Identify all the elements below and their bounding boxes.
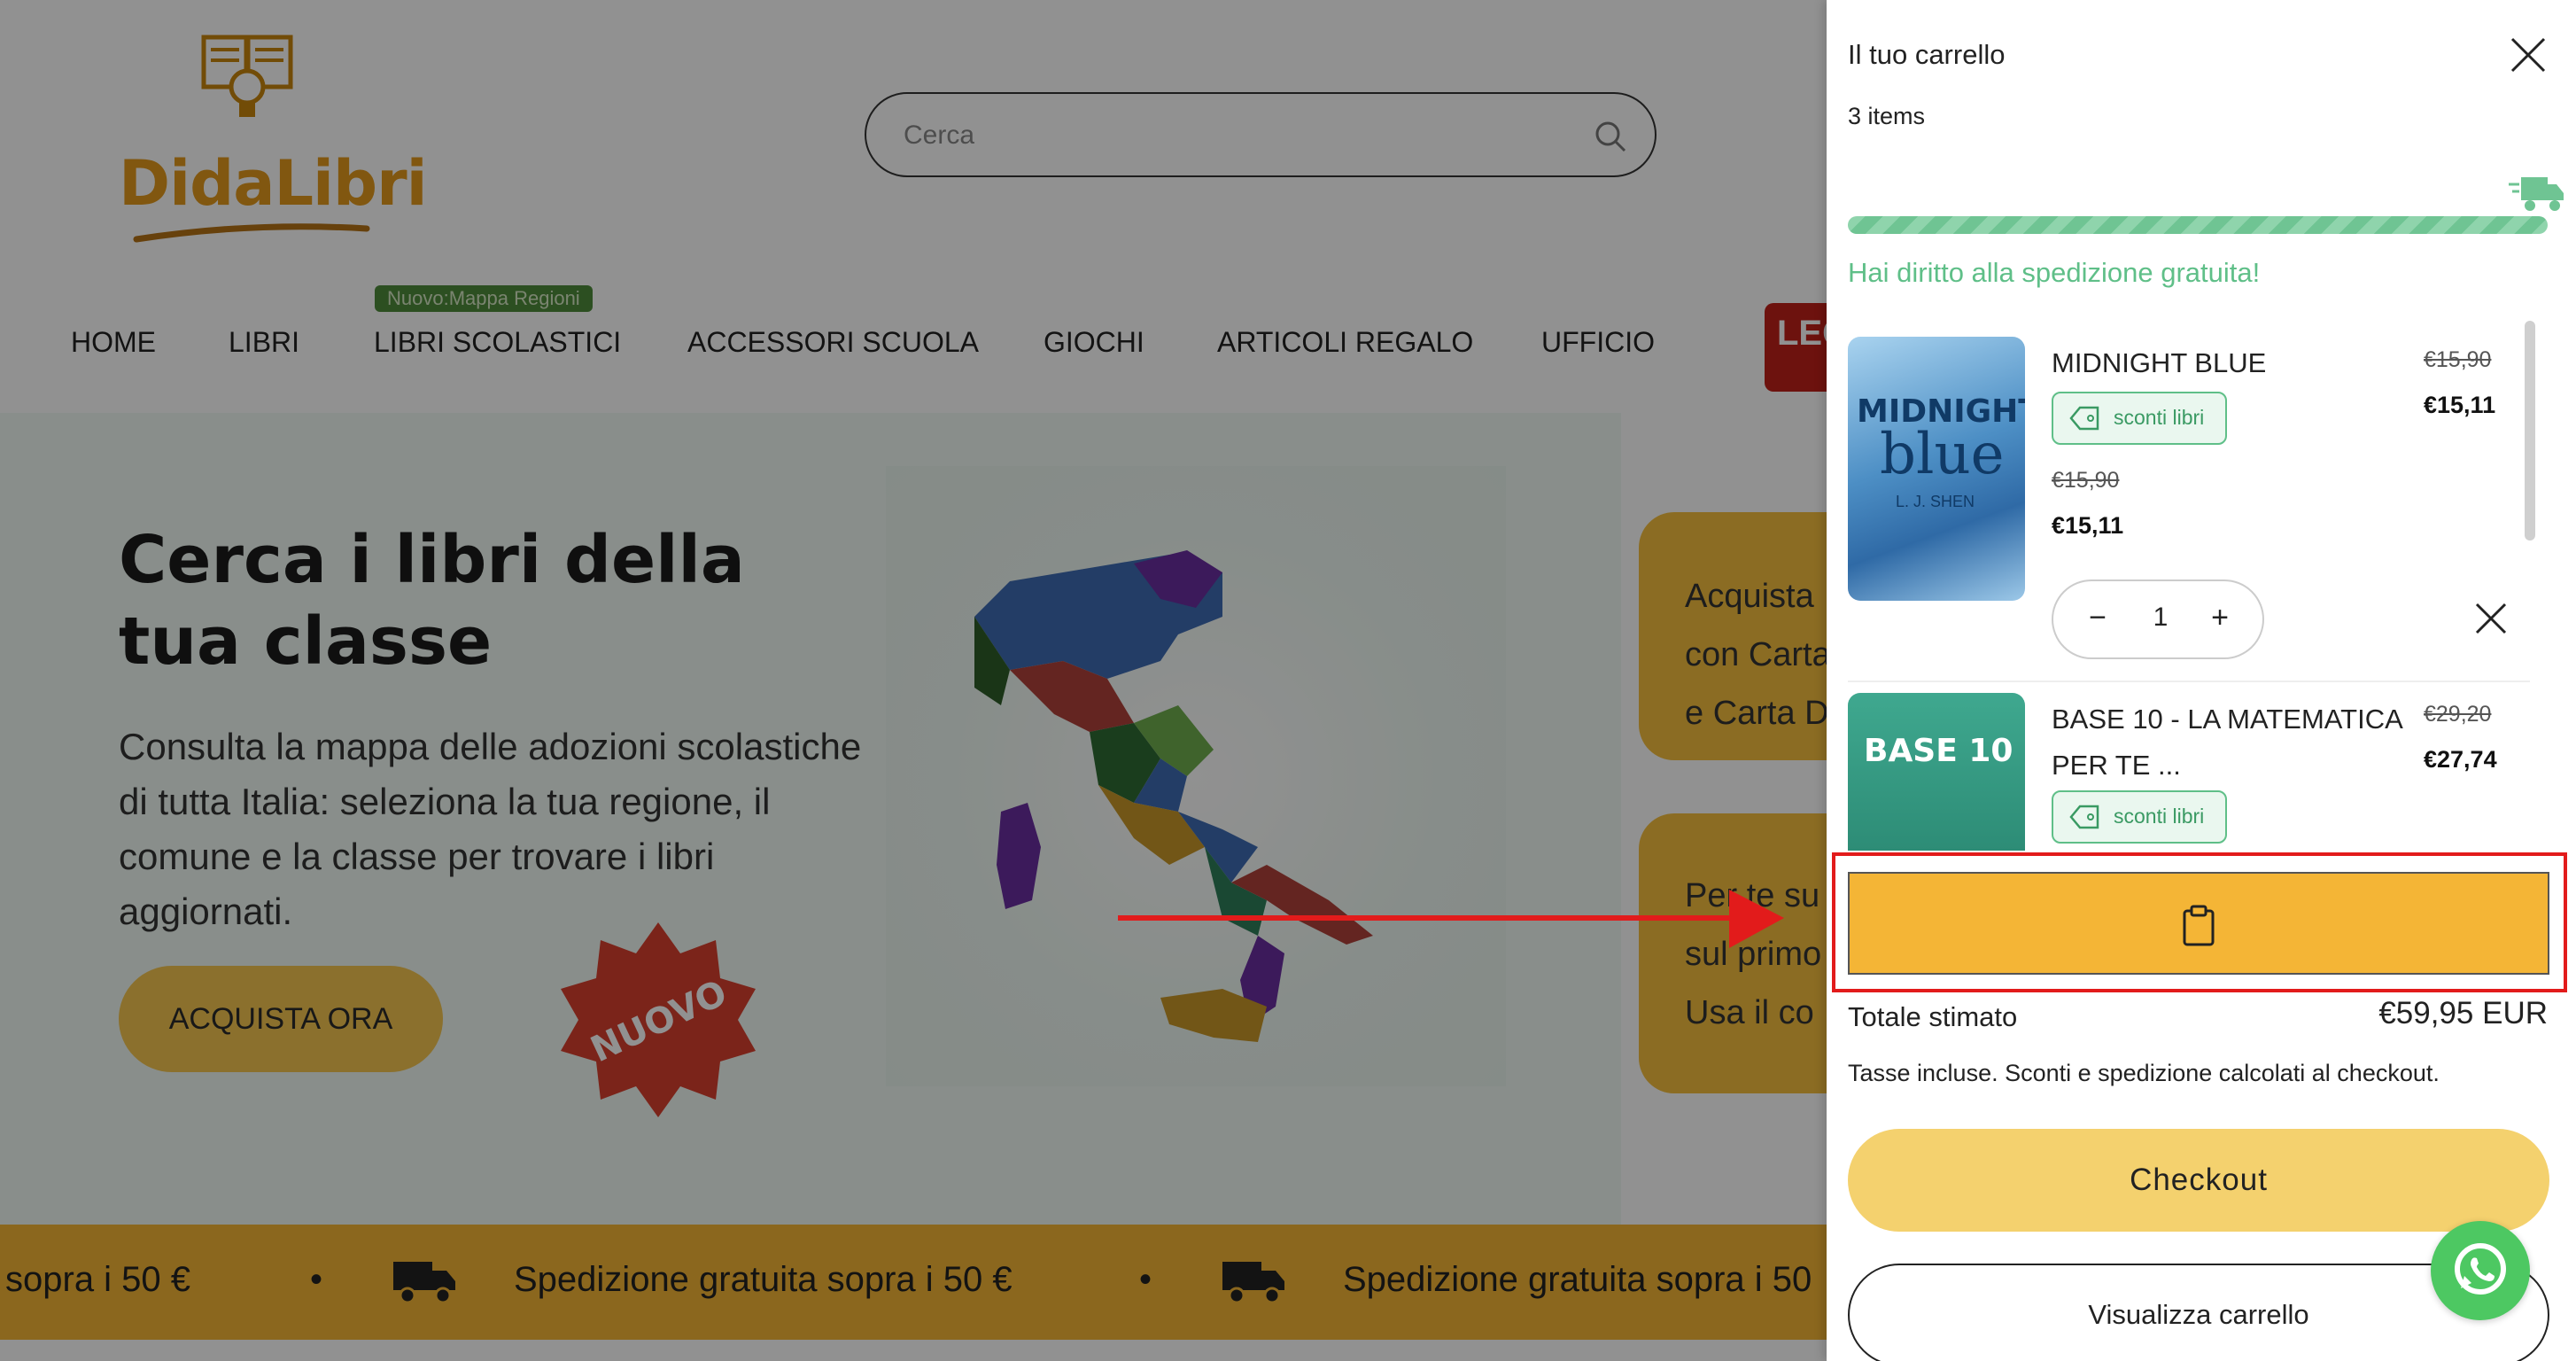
- close-icon[interactable]: [2509, 35, 2548, 74]
- cart-item: MIDNIGHT blue L. J. SHEN MIDNIGHT BLUE s…: [1848, 319, 2530, 682]
- whatsapp-chat-button[interactable]: [2431, 1221, 2530, 1320]
- unit-new-price: €15,11: [2052, 512, 2124, 539]
- whatsapp-icon: [2455, 1243, 2506, 1295]
- cart-item-count: 3 items: [1848, 103, 1926, 129]
- cart-title: Il tuo carrello: [1848, 39, 2006, 70]
- item-name[interactable]: MIDNIGHT BLUE: [2052, 340, 2406, 386]
- annotation-arrow-icon: [1118, 890, 1784, 948]
- item-divider: [1848, 680, 2530, 682]
- cart-drawer: Il tuo carrello 3 items Hai diritto alla…: [1827, 0, 2576, 1361]
- cover-title: blue: [1880, 422, 2005, 487]
- unit-old-price: €15,90: [2052, 468, 2120, 493]
- book-cover-image[interactable]: BASE 10: [1848, 693, 2025, 851]
- free-shipping-progress-bar: [1848, 216, 2548, 234]
- free-shipping-truck-icon: [2509, 177, 2564, 211]
- tag-icon: [2069, 805, 2099, 829]
- cart-item: BASE 10 BASE 10 - LA MATEMATICA PER TE .…: [1848, 684, 2521, 851]
- line-new-price: €27,74: [2424, 746, 2497, 773]
- discount-badge-label: sconti libri: [2114, 805, 2205, 828]
- cart-items-list: MIDNIGHT blue L. J. SHEN MIDNIGHT BLUE s…: [1848, 319, 2576, 851]
- checkout-button[interactable]: Checkout: [1848, 1129, 2549, 1232]
- remove-item-icon[interactable]: [2471, 599, 2510, 638]
- line-old-price: €15,90: [2424, 347, 2492, 372]
- clipboard-icon: [2183, 905, 2215, 946]
- estimated-total-value: €59,95 EUR: [2378, 996, 2548, 1030]
- line-new-price: €15,11: [2424, 392, 2496, 418]
- tag-icon: [2069, 406, 2099, 431]
- discount-badge-label: sconti libri: [2114, 406, 2205, 429]
- quantity-increase-button[interactable]: +: [2202, 601, 2238, 635]
- estimated-total-label: Totale stimato: [1848, 1001, 2018, 1032]
- line-old-price: €29,20: [2424, 702, 2492, 727]
- tax-note: Tasse incluse. Sconti e spedizione calco…: [1848, 1060, 2440, 1086]
- book-cover-image[interactable]: MIDNIGHT blue L. J. SHEN: [1848, 337, 2025, 601]
- item-name[interactable]: BASE 10 - LA MATEMATICA PER TE ...: [2052, 696, 2406, 789]
- discount-badge: sconti libri: [2052, 392, 2227, 445]
- quantity-decrease-button[interactable]: −: [2080, 601, 2115, 635]
- cover-title: BASE 10: [1864, 733, 2013, 769]
- drawer-backdrop-overlay[interactable]: [0, 0, 1827, 1361]
- cover-author: L. J. SHEN: [1896, 493, 1975, 510]
- quantity-value[interactable]: 1: [2138, 603, 2183, 633]
- cart-items-scrollbar[interactable]: [2525, 321, 2535, 541]
- quantity-stepper: − 1 +: [2052, 579, 2264, 659]
- free-shipping-message: Hai diritto alla spedizione gratuita!: [1848, 257, 2261, 288]
- cart-clipboard-button[interactable]: [1848, 872, 2549, 975]
- discount-badge: sconti libri: [2052, 790, 2227, 844]
